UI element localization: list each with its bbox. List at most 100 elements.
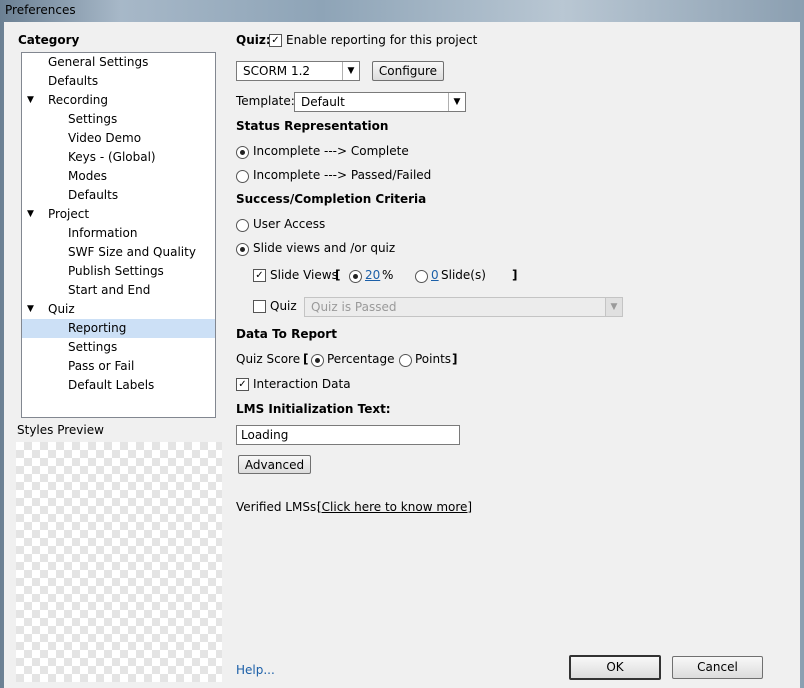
quiz-score-open-bracket: [: [303, 352, 309, 366]
sidebar-item[interactable]: Pass or Fail: [22, 357, 215, 376]
sidebar-item[interactable]: Video Demo: [22, 129, 215, 148]
status-complete-radio[interactable]: [236, 146, 249, 159]
slide-views-quiz-label[interactable]: Slide views and /or quiz: [253, 241, 395, 255]
ok-button[interactable]: OK: [569, 655, 661, 680]
sidebar-item[interactable]: SWF Size and Quality: [22, 243, 215, 262]
sidebar-item[interactable]: Publish Settings: [22, 262, 215, 281]
dropdown-arrow-icon: ▼: [448, 93, 465, 111]
sidebar-item-label: Information: [68, 226, 138, 240]
lms-init-text-input[interactable]: Loading: [236, 425, 460, 445]
sidebar-item-label: Publish Settings: [68, 264, 164, 278]
sidebar-item-label: Defaults: [48, 74, 99, 88]
data-to-report-heading: Data To Report: [236, 327, 337, 341]
cancel-button[interactable]: Cancel: [672, 656, 763, 679]
enable-reporting-label[interactable]: Enable reporting for this project: [286, 33, 477, 47]
sidebar-item[interactable]: Settings: [22, 110, 215, 129]
sidebar-item[interactable]: Information: [22, 224, 215, 243]
score-percentage-label[interactable]: Percentage: [327, 352, 395, 366]
sidebar-item-label: Project: [48, 207, 90, 221]
expand-triangle-icon[interactable]: ▼: [27, 91, 34, 110]
sidebar-item-label: Video Demo: [68, 131, 142, 145]
verified-lms-label: Verified LMSs:: [236, 500, 321, 514]
sidebar-item[interactable]: ▼ Recording: [22, 91, 215, 110]
preferences-window: Preferences Category General Settings Def…: [0, 0, 804, 688]
checkmark-icon: ✓: [271, 35, 280, 46]
quiz-criteria-label[interactable]: Quiz: [270, 299, 297, 313]
user-access-label[interactable]: User Access: [253, 217, 325, 231]
verified-lms-link[interactable]: [Click here to know more]: [317, 500, 472, 514]
category-tree[interactable]: General Settings Defaults ▼ Recording Settin…: [21, 52, 216, 418]
expand-triangle-icon[interactable]: ▼: [27, 300, 34, 319]
sidebar-item[interactable]: Defaults: [22, 186, 215, 205]
slide-count-radio[interactable]: [415, 270, 428, 283]
category-label: Category: [18, 33, 80, 47]
quiz-criteria-select: Quiz is Passed ▼: [304, 297, 623, 317]
expand-triangle-icon[interactable]: ▼: [27, 205, 34, 224]
status-representation-heading: Status Representation: [236, 119, 389, 133]
sidebar-item-label: Quiz: [48, 302, 75, 316]
styles-preview-label: Styles Preview: [17, 423, 104, 437]
slide-count-value[interactable]: 0: [431, 268, 439, 282]
sidebar-item-label: Modes: [68, 169, 107, 183]
user-access-radio[interactable]: [236, 219, 249, 232]
slide-views-close-bracket: ]: [512, 268, 518, 282]
lms-standard-value: SCORM 1.2: [243, 64, 311, 78]
status-passed-failed-radio[interactable]: [236, 170, 249, 183]
sidebar-item[interactable]: Defaults: [22, 72, 215, 91]
sidebar-item-label: Recording: [48, 93, 109, 107]
sidebar-item[interactable]: Settings: [22, 338, 215, 357]
configure-button[interactable]: Configure: [372, 61, 444, 81]
slide-percent-unit: %: [382, 268, 394, 282]
quiz-criteria-value: Quiz is Passed: [311, 300, 397, 314]
slide-views-label[interactable]: Slide Views: [270, 268, 338, 282]
sidebar-item[interactable]: Start and End: [22, 281, 215, 300]
sidebar-item-label: General Settings: [48, 55, 149, 69]
sidebar-item[interactable]: ▼ Quiz: [22, 300, 215, 319]
template-select[interactable]: Default ▼: [294, 92, 466, 112]
sidebar-item-label: Default Labels: [68, 378, 155, 392]
title-bar[interactable]: Preferences: [0, 0, 804, 22]
sidebar-item-label: SWF Size and Quality: [68, 245, 196, 259]
interaction-data-label[interactable]: Interaction Data: [253, 377, 351, 391]
checkmark-icon: ✓: [238, 379, 247, 390]
dropdown-arrow-icon: ▼: [605, 298, 622, 316]
sidebar-item-label: Defaults: [68, 188, 119, 202]
styles-preview-area: [16, 442, 222, 682]
interaction-data-checkbox[interactable]: ✓: [236, 378, 249, 391]
dropdown-arrow-icon: ▼: [342, 62, 359, 80]
quiz-criteria-checkbox[interactable]: [253, 300, 266, 313]
score-points-radio[interactable]: [399, 354, 412, 367]
template-label: Template:: [236, 94, 295, 108]
quiz-score-label: Quiz Score: [236, 352, 301, 366]
status-passed-failed-label[interactable]: Incomplete ---> Passed/Failed: [253, 168, 431, 182]
lms-standard-select[interactable]: SCORM 1.2 ▼: [236, 61, 360, 81]
lms-init-text-heading: LMS Initialization Text:: [236, 402, 391, 416]
slide-views-open-bracket: [: [335, 268, 341, 282]
sidebar-item[interactable]: Modes: [22, 167, 215, 186]
sidebar-item[interactable]: Reporting: [22, 319, 215, 338]
sidebar-item[interactable]: Keys - (Global): [22, 148, 215, 167]
success-criteria-heading: Success/Completion Criteria: [236, 192, 427, 206]
slide-views-quiz-radio[interactable]: [236, 243, 249, 256]
sidebar-item[interactable]: General Settings: [22, 53, 215, 72]
checkmark-icon: ✓: [255, 270, 264, 281]
sidebar-item-label: Settings: [68, 112, 118, 126]
sidebar-item-label: Keys - (Global): [68, 150, 156, 164]
dialog-body: Category General Settings Defaults ▼ Record…: [4, 22, 800, 688]
sidebar-item[interactable]: ▼ Project: [22, 205, 215, 224]
sidebar-item-label: Pass or Fail: [68, 359, 135, 373]
score-percentage-radio[interactable]: [311, 354, 324, 367]
score-points-label[interactable]: Points: [415, 352, 451, 366]
slide-percent-value[interactable]: 20: [365, 268, 380, 282]
help-link[interactable]: Help...: [236, 663, 275, 677]
status-complete-label[interactable]: Incomplete ---> Complete: [253, 144, 409, 158]
enable-reporting-checkbox[interactable]: ✓: [269, 34, 282, 47]
template-value: Default: [301, 95, 345, 109]
slide-views-checkbox[interactable]: ✓: [253, 269, 266, 282]
advanced-button[interactable]: Advanced: [238, 455, 311, 474]
slide-percent-radio[interactable]: [349, 270, 362, 283]
quiz-label: Quiz:: [236, 33, 271, 47]
sidebar-item-label: Start and End: [68, 283, 151, 297]
sidebar-item[interactable]: Default Labels: [22, 376, 215, 395]
lms-init-text-value: Loading: [241, 428, 289, 442]
